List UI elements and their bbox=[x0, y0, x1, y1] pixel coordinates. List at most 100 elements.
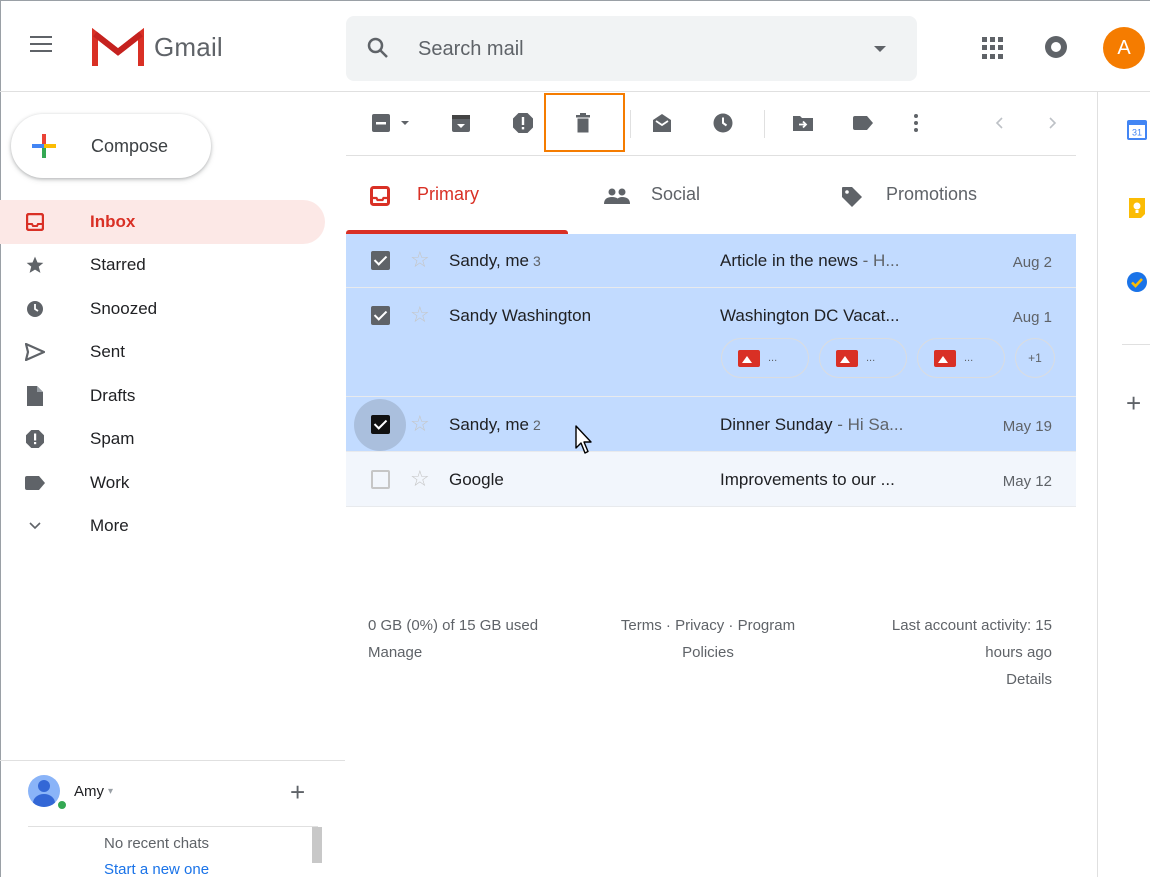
mark-unread-icon[interactable] bbox=[651, 112, 673, 134]
compose-label: Compose bbox=[91, 136, 169, 156]
compose-button[interactable]: Compose bbox=[11, 114, 211, 178]
side-panel: 31 + bbox=[1097, 92, 1150, 877]
activity-text-line2: hours ago bbox=[985, 644, 1052, 661]
select-dropdown-icon[interactable] bbox=[400, 112, 410, 134]
sidebar-item-snoozed[interactable]: Snoozed bbox=[0, 287, 325, 331]
email-date: May 19 bbox=[1002, 418, 1052, 435]
chevron-right-icon[interactable] bbox=[1046, 112, 1058, 134]
tab-social[interactable]: Social bbox=[586, 156, 826, 234]
toolbar-divider bbox=[630, 110, 631, 138]
email-date: May 12 bbox=[1002, 473, 1052, 490]
row-checkbox[interactable] bbox=[371, 470, 390, 489]
sidebar-item-starred[interactable]: Starred bbox=[0, 244, 325, 288]
label-icon[interactable] bbox=[852, 112, 874, 134]
gmail-m-icon bbox=[92, 28, 144, 66]
draft-icon bbox=[25, 385, 45, 406]
search-icon[interactable] bbox=[366, 36, 390, 60]
legal-links[interactable]: Terms · Privacy · Program Policies bbox=[608, 612, 808, 666]
email-sender: Sandy Washington bbox=[449, 306, 592, 325]
image-icon bbox=[934, 350, 956, 367]
attachment-chip[interactable]: ... bbox=[917, 338, 1005, 378]
sidebar-item-spam[interactable]: Spam bbox=[0, 418, 325, 462]
gmail-logo[interactable]: Gmail bbox=[92, 28, 223, 66]
email-list: ☆ Sandy, me 3 Article in the news - H... … bbox=[346, 234, 1076, 507]
tab-promotions[interactable]: Promotions bbox=[826, 156, 1076, 234]
move-to-icon[interactable] bbox=[792, 112, 814, 134]
select-checkbox-icon[interactable] bbox=[370, 112, 392, 134]
sidebar-item-inbox[interactable]: Inbox bbox=[0, 200, 325, 244]
star-toggle-icon[interactable]: ☆ bbox=[410, 249, 430, 271]
sidebar-item-label: Sent bbox=[90, 342, 125, 362]
clock-icon bbox=[25, 299, 45, 319]
sidebar-nav: Inbox Starred Snoozed Sent Drafts Spam W… bbox=[0, 200, 330, 548]
table-row[interactable]: ☆ Google Improvements to our ... May 12 bbox=[346, 452, 1076, 507]
legal-links-line2[interactable]: Policies bbox=[608, 639, 808, 666]
table-row[interactable]: ☆ Sandy, me 2 Dinner Sunday - Hi Sa... Ma… bbox=[346, 397, 1076, 452]
attachment-chip[interactable]: ... bbox=[819, 338, 907, 378]
people-icon bbox=[604, 188, 630, 204]
calendar-icon[interactable]: 31 bbox=[1125, 118, 1149, 142]
sidebar-item-label: Work bbox=[90, 472, 130, 492]
tab-primary[interactable]: Primary bbox=[346, 156, 568, 234]
sidebar-item-work[interactable]: Work bbox=[0, 461, 325, 505]
snooze-icon[interactable] bbox=[712, 112, 734, 134]
divider bbox=[28, 826, 318, 827]
star-toggle-icon[interactable]: ☆ bbox=[410, 468, 430, 490]
email-sender: Google bbox=[449, 470, 504, 489]
report-spam-icon[interactable] bbox=[512, 112, 534, 134]
row-checkbox[interactable] bbox=[371, 251, 390, 270]
toolbar-divider bbox=[764, 110, 765, 138]
sidebar-item-sent[interactable]: Sent bbox=[0, 331, 325, 375]
more-attachments-chip[interactable]: +1 bbox=[1015, 338, 1055, 378]
attachment-chip[interactable]: ... bbox=[721, 338, 809, 378]
search-bar[interactable] bbox=[346, 16, 917, 81]
inbox-icon bbox=[25, 212, 45, 232]
tab-label: Social bbox=[651, 184, 701, 204]
notifications-icon[interactable] bbox=[1045, 36, 1067, 58]
tasks-icon[interactable] bbox=[1125, 270, 1149, 294]
main-menu-icon[interactable] bbox=[30, 36, 54, 56]
mouse-pointer-icon bbox=[575, 425, 592, 454]
chat-user-selector[interactable]: Amy ▾ bbox=[28, 775, 113, 807]
search-options-dropdown-icon[interactable] bbox=[874, 46, 886, 52]
new-chat-plus-icon[interactable]: + bbox=[290, 779, 305, 805]
activity-details-link[interactable]: Details bbox=[848, 666, 1052, 693]
row-checkbox[interactable] bbox=[371, 415, 390, 434]
chat-scrollbar[interactable] bbox=[312, 827, 322, 863]
star-toggle-icon[interactable]: ☆ bbox=[410, 304, 430, 326]
email-subject: Article in the news - H... bbox=[720, 251, 900, 270]
sidebar-item-drafts[interactable]: Drafts bbox=[0, 374, 325, 418]
email-subject: Dinner Sunday - Hi Sa... bbox=[720, 415, 904, 434]
start-new-chat-link[interactable]: Start a new one bbox=[104, 861, 209, 877]
row-checkbox[interactable] bbox=[371, 306, 390, 325]
online-status-dot bbox=[56, 799, 68, 811]
star-toggle-icon[interactable]: ☆ bbox=[410, 413, 430, 435]
table-row[interactable]: ☆ Sandy Washington Washington DC Vacat..… bbox=[346, 288, 1076, 397]
sidebar-item-label: Snoozed bbox=[90, 298, 158, 318]
avatar bbox=[28, 775, 60, 807]
search-input[interactable] bbox=[418, 35, 838, 63]
google-apps-icon[interactable] bbox=[982, 37, 1004, 59]
email-snippet: - H... bbox=[857, 251, 900, 270]
app-name: Gmail bbox=[154, 31, 223, 62]
manage-storage-link[interactable]: Manage bbox=[368, 639, 538, 666]
account-avatar[interactable]: A bbox=[1103, 27, 1145, 69]
sidebar-item-label: Inbox bbox=[90, 211, 136, 231]
archive-icon[interactable] bbox=[450, 112, 472, 134]
send-icon bbox=[25, 342, 45, 362]
chevron-left-icon[interactable] bbox=[994, 112, 1006, 134]
more-vert-icon[interactable] bbox=[912, 112, 920, 134]
sidebar-item-more[interactable]: More bbox=[0, 505, 325, 549]
storage-info: 0 GB (0%) of 15 GB used Manage bbox=[368, 612, 538, 666]
add-addon-plus-icon[interactable]: + bbox=[1126, 390, 1141, 416]
spam-icon bbox=[25, 429, 45, 449]
keep-icon[interactable] bbox=[1125, 196, 1149, 220]
compose-plus-icon bbox=[32, 134, 56, 158]
table-row[interactable]: ☆ Sandy, me 3 Article in the news - H... … bbox=[346, 234, 1076, 288]
attachment-name: ... bbox=[866, 352, 876, 364]
trash-icon[interactable] bbox=[572, 112, 594, 134]
email-date: Aug 1 bbox=[1012, 309, 1052, 326]
email-sender: Sandy, me 3 bbox=[449, 251, 541, 270]
sidebar-item-label: Spam bbox=[90, 429, 135, 449]
legal-links-line1[interactable]: Terms · Privacy · Program bbox=[608, 612, 808, 639]
